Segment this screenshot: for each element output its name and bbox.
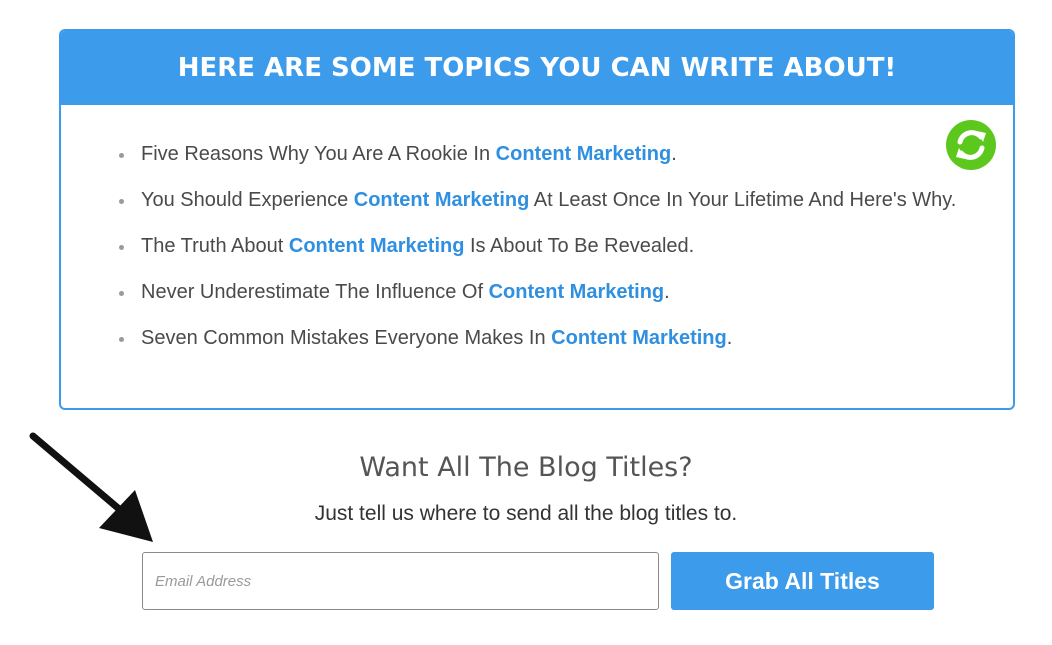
topic-item: The Truth About Content Marketing Is Abo… [119,233,959,260]
topics-card: HERE ARE SOME TOPICS YOU CAN WRITE ABOUT… [59,29,1015,410]
topic-text: Five Reasons Why You Are A Rookie In [141,143,496,165]
signup-subtitle: Just tell us where to send all the blog … [314,502,738,525]
bullet-icon [119,291,124,296]
signup-title: Want All The Blog Titles? [359,452,693,483]
topic-text-end: . [664,281,670,303]
topic-keyword: Content Marketing [488,281,665,303]
topic-item: Never Underestimate The Influence Of Con… [119,279,959,306]
bullet-icon [119,337,124,342]
topic-text: The Truth About [141,235,289,257]
bullet-icon [119,199,124,204]
topic-text: Never Underestimate The Influence Of [141,281,489,303]
topic-text-end: . [726,327,733,349]
email-field[interactable] [142,552,659,610]
topic-text: You Should Experience [141,189,354,211]
topic-keyword: Content Marketing [353,189,530,211]
topic-text-end: Is About To Be Revealed. [464,235,695,257]
topics-list: Five Reasons Why You Are A Rookie In Con… [119,141,959,371]
topics-heading: HERE ARE SOME TOPICS YOU CAN WRITE ABOUT… [61,31,1013,105]
topic-text: Seven Common Mistakes Everyone Makes In [141,327,552,349]
topic-item: You Should Experience Content Marketing … [119,187,959,214]
topic-keyword: Content Marketing [288,235,465,257]
topic-text-end: At Least Once In Your Lifetime And Here'… [529,189,957,211]
topic-keyword: Content Marketing [551,327,727,349]
bullet-icon [119,153,124,158]
topic-text-end: . [671,143,677,165]
pointer-arrow-icon [29,432,153,542]
topic-item: Seven Common Mistakes Everyone Makes In … [119,325,959,352]
page: HERE ARE SOME TOPICS YOU CAN WRITE ABOUT… [0,0,1052,645]
grab-all-titles-button[interactable]: Grab All Titles [671,552,934,610]
topic-item: Five Reasons Why You Are A Rookie In Con… [119,141,959,168]
bullet-icon [119,245,124,250]
topic-keyword: Content Marketing [495,143,672,165]
